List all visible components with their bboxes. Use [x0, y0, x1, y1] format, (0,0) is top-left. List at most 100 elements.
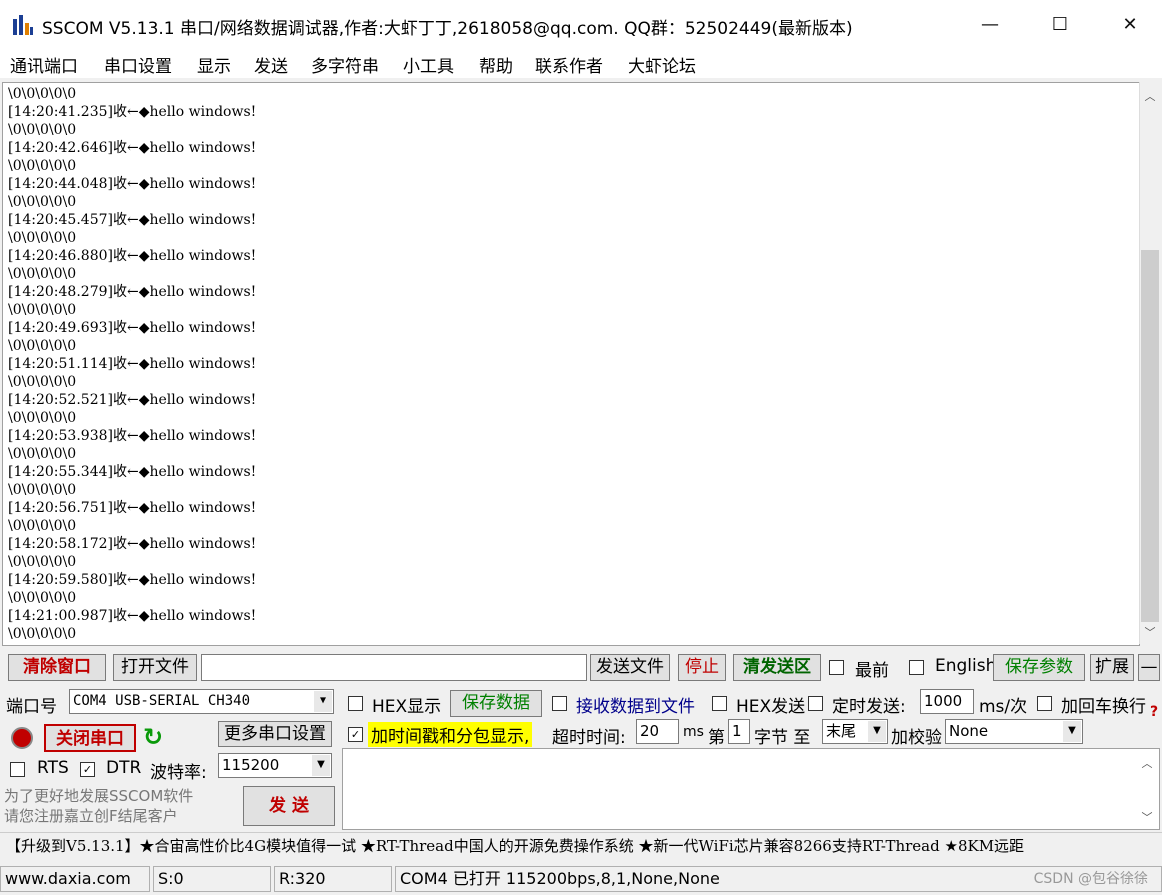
menu-forum[interactable]: 大虾论坛 — [628, 52, 696, 77]
baud-select[interactable]: 115200 ▼ — [218, 753, 332, 778]
window-title: SSCOM V5.13.1 串口/网络数据调试器,作者:大虾丁丁,2618058… — [42, 19, 853, 39]
watermark: CSDN @包谷徐徐 — [1033, 871, 1148, 887]
receive-scrollbar[interactable]: ︿ ﹀ — [1139, 82, 1160, 644]
refresh-icon[interactable]: ↻ — [143, 723, 163, 751]
receive-line: [14:20:51.114]收←◆hello windows! — [8, 356, 257, 372]
receive-line: \0\0\0\0\0 — [8, 158, 77, 174]
menu-tools[interactable]: 小工具 — [403, 52, 454, 77]
port-label: 端口号 — [6, 697, 57, 717]
rts-checkbox[interactable] — [10, 762, 25, 777]
receive-line: \0\0\0\0\0 — [8, 626, 77, 642]
scroll-down-icon[interactable]: ﹀ — [1140, 624, 1160, 640]
add-crlf-checkbox[interactable] — [1037, 696, 1052, 711]
open-file-button[interactable]: 打开文件 — [113, 654, 197, 681]
receive-line: \0\0\0\0\0 — [8, 266, 77, 282]
receive-line: \0\0\0\0\0 — [8, 194, 77, 210]
collapse-button[interactable]: — — [1138, 654, 1160, 681]
send-button[interactable]: 发 送 — [243, 786, 335, 826]
recv-to-file-checkbox[interactable] — [552, 696, 567, 711]
scrollbar-thumb[interactable] — [1141, 250, 1159, 622]
end-select[interactable]: 末尾 ▼ — [822, 719, 888, 744]
chevron-down-icon[interactable]: ▼ — [868, 721, 886, 742]
receive-line: [14:20:48.279]收←◆hello windows! — [8, 284, 257, 300]
nth-input[interactable]: 1 — [728, 719, 750, 744]
receive-line: \0\0\0\0\0 — [8, 338, 77, 354]
byte-label: 字节 至 — [754, 728, 811, 748]
english-checkbox[interactable] — [909, 660, 924, 675]
receive-line: \0\0\0\0\0 — [8, 518, 77, 534]
promo-text[interactable]: 为了更好地发展SSCOM软件 请您注册嘉立创F结尾客户 — [4, 786, 240, 828]
timeout-label: 超时时间: — [552, 728, 626, 748]
receive-line: [14:20:59.580]收←◆hello windows! — [8, 572, 257, 588]
topmost-checkbox[interactable] — [829, 660, 844, 675]
end-value: 末尾 — [826, 722, 857, 740]
english-label: English — [935, 656, 997, 676]
receive-line: [14:20:41.235]收←◆hello windows! — [8, 104, 257, 120]
scroll-up-icon[interactable]: ︿ — [1140, 88, 1160, 104]
nth-label: 第 — [708, 728, 725, 748]
status-sent: S:0 — [153, 866, 271, 892]
dtr-checkbox[interactable]: ✓ — [80, 762, 95, 777]
chevron-down-icon[interactable]: ▼ — [1063, 721, 1081, 742]
menu-contact[interactable]: 联系作者 — [535, 52, 603, 77]
clear-send-button[interactable]: 清发送区 — [733, 654, 821, 681]
minimize-button[interactable]: — — [968, 8, 1012, 42]
receive-line: \0\0\0\0\0 — [8, 482, 77, 498]
timeout-input[interactable]: 20 — [636, 719, 679, 744]
receive-line: [14:20:44.048]收←◆hello windows! — [8, 176, 257, 192]
receive-line: [14:20:42.646]收←◆hello windows! — [8, 140, 257, 156]
baud-label: 波特率: — [150, 763, 207, 783]
timed-send-checkbox[interactable] — [808, 696, 823, 711]
send-scroll-up-icon[interactable]: ︿ — [1137, 755, 1157, 771]
status-site[interactable]: www.daxia.com — [0, 866, 150, 892]
timeout-unit: ms — [683, 724, 704, 740]
send-scroll-down-icon[interactable]: ﹀ — [1137, 809, 1157, 825]
send-textarea[interactable]: ︿ ﹀ — [342, 748, 1160, 830]
receive-line: \0\0\0\0\0 — [8, 86, 77, 102]
port-select[interactable]: COM4 USB-SERIAL CH340 ▼ — [69, 689, 334, 714]
close-port-button[interactable]: 关闭串口 — [44, 724, 136, 752]
menu-port[interactable]: 通讯端口 — [10, 52, 78, 77]
checksum-label: 加校验 — [891, 728, 942, 748]
menu-bar: 通讯端口 串口设置 显示 发送 多字符串 小工具 帮助 联系作者 大虾论坛 — [0, 50, 1162, 78]
help-icon[interactable]: ? — [1150, 704, 1158, 720]
save-data-button[interactable]: 保存数据 — [450, 690, 542, 717]
receive-line: [14:20:49.693]收←◆hello windows! — [8, 320, 257, 336]
receive-line: \0\0\0\0\0 — [8, 302, 77, 318]
receive-line: [14:20:58.172]收←◆hello windows! — [8, 536, 257, 552]
close-button[interactable]: ✕ — [1108, 8, 1152, 42]
chevron-down-icon[interactable]: ▼ — [314, 691, 332, 712]
file-path-field[interactable] — [201, 654, 587, 681]
menu-serial-settings[interactable]: 串口设置 — [104, 52, 172, 77]
more-settings-button[interactable]: 更多串口设置 — [218, 721, 332, 747]
receive-line: \0\0\0\0\0 — [8, 590, 77, 606]
baud-value: 115200 — [222, 756, 280, 774]
send-file-button[interactable]: 发送文件 — [590, 654, 670, 681]
hex-display-checkbox[interactable] — [348, 696, 363, 711]
hex-send-checkbox[interactable] — [712, 696, 727, 711]
receive-line: \0\0\0\0\0 — [8, 410, 77, 426]
maximize-button[interactable]: ☐ — [1038, 8, 1082, 42]
menu-display[interactable]: 显示 — [197, 52, 231, 77]
save-params-button[interactable]: 保存参数 — [993, 654, 1085, 681]
status-bar: www.daxia.com S:0 R:320 COM4 已打开 115200b… — [0, 864, 1162, 895]
expand-button[interactable]: 扩展 — [1090, 654, 1134, 681]
status-received: R:320 — [274, 866, 392, 892]
checksum-select[interactable]: None ▼ — [945, 719, 1083, 744]
interval-input[interactable]: 1000 — [920, 689, 974, 714]
clear-window-button[interactable]: 清除窗口 — [8, 654, 106, 681]
port-status-icon — [11, 727, 33, 749]
chevron-down-icon[interactable]: ▼ — [312, 755, 330, 776]
news-ticker[interactable]: 【升级到V5.13.1】★合宙高性价比4G模块值得一试 ★RT-Thread中国… — [0, 832, 1162, 861]
receive-area[interactable]: \0\0\0\0\0 [14:20:41.235]收←◆hello windows… — [2, 82, 1140, 646]
menu-send[interactable]: 发送 — [254, 52, 288, 77]
recv-to-file-label[interactable]: 接收数据到文件 — [576, 692, 695, 717]
receive-line: \0\0\0\0\0 — [8, 374, 77, 390]
timed-send-label: 定时发送: — [832, 697, 906, 717]
hex-send-label: HEX发送 — [736, 697, 806, 717]
topmost-label: 最前 — [855, 661, 889, 681]
stop-button[interactable]: 停止 — [678, 654, 726, 681]
menu-help[interactable]: 帮助 — [479, 52, 513, 77]
menu-multi-string[interactable]: 多字符串 — [311, 52, 379, 77]
timestamp-checkbox[interactable]: ✓ — [348, 727, 363, 742]
